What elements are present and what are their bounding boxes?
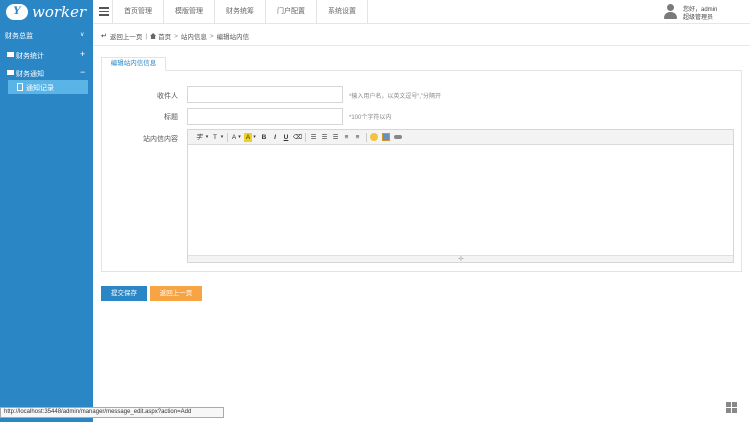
user-avatar-icon: [664, 4, 677, 19]
breadcrumb-home[interactable]: 首页: [158, 31, 171, 41]
user-menu[interactable]: 您好，admin 超级管理员: [664, 4, 750, 22]
top-bar: Y worker 首页管理 模版管理 财务统筹 门户配置 系统设置 您好，adm…: [0, 0, 750, 24]
align-left-icon[interactable]: ☰: [309, 133, 318, 142]
editor-toolbar: 字 ▾ T ▾ A ▾ A ▾ B I U ⌫ ☰ ☰ ☰ ≡ ≡: [188, 130, 733, 145]
nav-tab-home[interactable]: 首页管理: [112, 0, 163, 24]
nav-tab-templates[interactable]: 模版管理: [163, 0, 214, 24]
browser-status-url: http://localhost:35448/admin/manager/mes…: [0, 407, 224, 418]
recipient-hint: *输入用户名，以英文逗号“,”分隔开: [349, 94, 441, 100]
chevron-down-icon: ∨: [80, 32, 85, 38]
folder-icon: [7, 52, 14, 57]
editor-content-area[interactable]: [188, 146, 733, 255]
breadcrumb-separator: |: [145, 32, 148, 40]
sidebar-item-notice-records[interactable]: 通知记录: [8, 80, 88, 94]
breadcrumb-messages[interactable]: 站内信息: [181, 31, 207, 41]
dropdown-caret-icon[interactable]: ▾: [252, 133, 257, 142]
emoticon-icon[interactable]: [370, 133, 378, 141]
toolbar-separator: [305, 133, 306, 142]
align-center-icon[interactable]: ☰: [320, 133, 329, 142]
align-right-icon[interactable]: ☰: [331, 133, 340, 142]
back-arrow-icon: ↵: [101, 33, 107, 40]
image-icon[interactable]: [382, 133, 390, 141]
nav-tab-portal[interactable]: 门户配置: [265, 0, 316, 24]
title-hint: *100个字符以内: [349, 115, 392, 121]
highlight-color-button[interactable]: A: [244, 133, 252, 142]
grid-icon[interactable]: [726, 402, 738, 413]
home-icon: [150, 33, 157, 39]
link-icon[interactable]: [394, 135, 402, 139]
sidebar-item-label: 通知记录: [26, 85, 54, 92]
sidebar-header[interactable]: 财务总监 ∨: [0, 28, 93, 42]
underline-button[interactable]: U: [282, 133, 290, 142]
dropdown-caret-icon[interactable]: ▾: [219, 133, 225, 142]
toolbar-separator: [366, 133, 367, 142]
editor-resize-bar[interactable]: ✛: [188, 255, 733, 263]
tab-edit-message[interactable]: 编辑站内信信息: [101, 57, 166, 71]
title-input[interactable]: [187, 108, 343, 125]
logo-badge: Y: [6, 4, 28, 20]
sidebar-group-label: 财务统计: [16, 53, 44, 60]
sidebar-group-finance-stats[interactable]: 财务统计 +: [0, 48, 93, 62]
sidebar: 财务总监 ∨ 财务统计 + 财务通知 − 通知记录: [0, 24, 93, 422]
sidebar-group-label: 财务通知: [16, 71, 44, 78]
menu-toggle-icon[interactable]: [99, 7, 109, 16]
sidebar-header-label: 财务总监: [5, 33, 33, 40]
toolbar-separator: [227, 133, 228, 142]
unordered-list-icon[interactable]: ≡: [353, 133, 362, 142]
dropdown-caret-icon[interactable]: ▾: [237, 133, 242, 142]
nav-tab-finance[interactable]: 财务统筹: [214, 0, 265, 24]
submit-button[interactable]: 提交保存: [101, 286, 147, 301]
app-logo[interactable]: Y worker: [0, 0, 93, 24]
top-nav: 首页管理 模版管理 财务统筹 门户配置 系统设置: [112, 0, 368, 24]
ordered-list-icon[interactable]: ≡: [342, 133, 351, 142]
expand-icon: +: [80, 49, 86, 59]
folder-icon: [7, 70, 14, 75]
logo-wordmark: worker: [32, 3, 87, 21]
title-label: 标题: [164, 114, 178, 121]
user-role: 超级管理员: [683, 15, 714, 21]
eraser-icon[interactable]: ⌫: [293, 133, 302, 142]
breadcrumb-back-link[interactable]: 返回上一页: [110, 31, 143, 41]
nav-tab-system[interactable]: 系统设置: [316, 0, 368, 24]
breadcrumb: ↵ 返回上一页 | 首页 > 站内信息 > 编辑站内信: [101, 31, 250, 42]
back-button[interactable]: 返回上一页: [150, 286, 202, 301]
document-icon: [17, 83, 23, 91]
collapse-icon: −: [80, 67, 86, 77]
breadcrumb-current: 编辑站内信: [216, 34, 250, 41]
recipient-input[interactable]: [187, 86, 343, 103]
italic-button[interactable]: I: [271, 133, 279, 142]
breadcrumb-separator: >: [209, 32, 214, 40]
recipient-label: 收件人: [157, 93, 178, 100]
breadcrumb-divider: [93, 45, 750, 46]
rich-text-editor: 字 ▾ T ▾ A ▾ A ▾ B I U ⌫ ☰ ☰ ☰ ≡ ≡ ✛: [187, 129, 734, 263]
font-family-button[interactable]: 字: [194, 133, 204, 142]
resize-handle-icon[interactable]: ✛: [458, 255, 464, 263]
content-label: 站内信内容: [143, 136, 178, 143]
sidebar-group-finance-notice[interactable]: 财务通知 −: [0, 66, 93, 80]
breadcrumb-separator: >: [174, 32, 178, 40]
bold-button[interactable]: B: [260, 133, 268, 142]
